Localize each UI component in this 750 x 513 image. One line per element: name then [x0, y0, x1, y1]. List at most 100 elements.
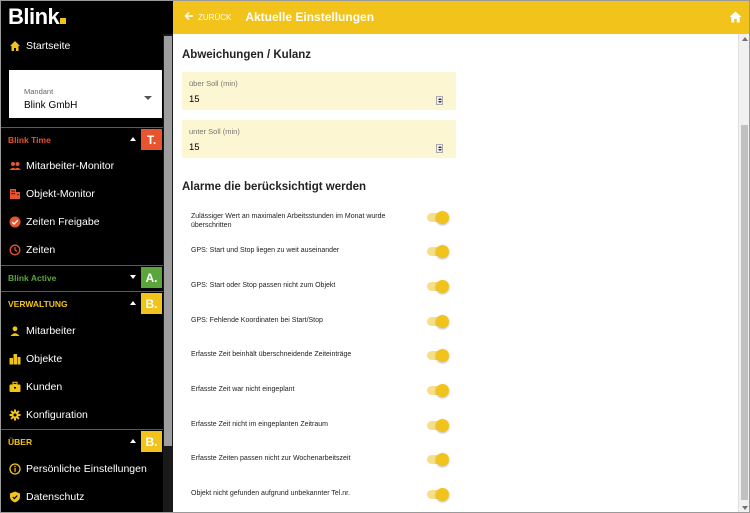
- logo-text: Blink: [8, 4, 60, 29]
- alarm-label: Erfasste Zeit nicht im eingeplanten Zeit…: [191, 421, 328, 428]
- chevron-up-icon: [130, 137, 136, 141]
- alarm-toggle[interactable]: [427, 280, 449, 293]
- section-title-alarme: Alarme die berücksichtigt werden: [182, 181, 367, 193]
- sidebar-scrollbar-thumb[interactable]: [164, 36, 172, 446]
- home-icon[interactable]: [729, 10, 742, 28]
- briefcase-icon: [9, 381, 21, 393]
- alarm-label: Objekt nicht gefunden aufgrund unbekannt…: [191, 490, 351, 497]
- logo-dot: [60, 18, 67, 24]
- stepper-down-icon: [437, 149, 442, 152]
- sidebar-item-konfiguration[interactable]: Konfiguration: [0, 403, 163, 427]
- people-icon: [9, 160, 21, 172]
- sidebar-item-label: Persönliche Einstellungen: [26, 463, 147, 475]
- section-badge: B.: [141, 293, 162, 314]
- alarm-toggle[interactable]: [427, 453, 449, 466]
- alarm-toggle[interactable]: [427, 349, 449, 362]
- sidebar-item-objekte[interactable]: Objekte: [0, 347, 163, 371]
- alarm-label: Erfasste Zeit beinhält überschneidende Z…: [191, 351, 352, 358]
- sidebar-item-label: Objekt-Monitor: [26, 188, 95, 200]
- main-scrollbar-thumb[interactable]: [741, 125, 748, 500]
- back-button[interactable]: ZURÜCK: [184, 10, 231, 24]
- sidebar-item-mitarbeiter[interactable]: Mitarbeiter: [0, 319, 163, 343]
- stepper-up-icon: [437, 97, 442, 100]
- section-title-abweichungen: Abweichungen / Kulanz: [182, 49, 312, 61]
- alarm-label: Erfasste Zeiten passen nicht zur Wochena…: [191, 455, 351, 462]
- section-label: Blink Time: [8, 134, 51, 145]
- scroll-down-icon[interactable]: [742, 506, 748, 510]
- sidebar-item-label: Mitarbeiter-Monitor: [26, 160, 115, 172]
- sidebar-item-mitarbeiter-monitor[interactable]: Mitarbeiter-Monitor: [0, 154, 163, 178]
- sidebar-item-zeiten-freigabe[interactable]: Zeiten Freigabe: [0, 210, 163, 234]
- alarm-label: Erfasste Zeit war nicht eingeplant: [191, 386, 295, 393]
- sidebar-item-zeiten[interactable]: Zeiten: [0, 238, 163, 262]
- sidebar-item-objekt-monitor[interactable]: Objekt-Monitor: [0, 182, 163, 206]
- section-blink-active[interactable]: Blink Active A.: [0, 265, 163, 289]
- section-blink-time[interactable]: Blink Time T.: [0, 127, 163, 151]
- sidebar-item-label: Startseite: [26, 40, 71, 52]
- alarm-toggle[interactable]: [427, 419, 449, 432]
- home-icon: [9, 40, 21, 52]
- section-label: Blink Active: [8, 272, 57, 283]
- stepper-down-icon: [437, 101, 442, 104]
- chevron-down-icon: [130, 275, 136, 279]
- chevron-up-icon: [130, 301, 136, 305]
- sidebar-item-kunden[interactable]: Kunden: [0, 375, 163, 399]
- toggle-knob: [436, 315, 449, 328]
- alarm-toggle[interactable]: [427, 211, 449, 224]
- settings-panel: Abweichungen / Kulanz über Soll (min) un…: [173, 34, 738, 513]
- toggle-knob: [436, 349, 449, 362]
- sidebar-item-label: Zeiten: [26, 244, 56, 256]
- ueber-soll-stepper[interactable]: [436, 96, 443, 105]
- section-label: VERWALTUNG: [8, 298, 68, 309]
- sidebar-item-datenschutz[interactable]: Datenschutz: [0, 485, 163, 509]
- shield-icon: [9, 491, 21, 503]
- ueber-soll-input[interactable]: [189, 94, 419, 105]
- sidebar-item-label: Kunden: [26, 381, 63, 393]
- section-verwaltung[interactable]: VERWALTUNG B.: [0, 291, 163, 315]
- toggle-knob: [436, 453, 449, 466]
- alarm-toggle[interactable]: [427, 488, 449, 501]
- alarm-toggle[interactable]: [427, 245, 449, 258]
- chevron-up-icon: [130, 439, 136, 443]
- toggle-knob: [436, 488, 449, 501]
- toggle-knob: [436, 419, 449, 432]
- clock-icon: [9, 244, 21, 256]
- main-scrollbar[interactable]: [738, 34, 750, 513]
- top-bar: ZURÜCK Aktuelle Einstellungen: [173, 0, 750, 34]
- sidebar-item-label: Zeiten Freigabe: [26, 216, 100, 228]
- unter-soll-input[interactable]: [189, 142, 419, 153]
- back-label: ZURÜCK: [198, 12, 232, 22]
- stepper-up-icon: [437, 145, 442, 148]
- section-ueber[interactable]: ÜBER B.: [0, 429, 163, 453]
- mandant-value: Blink GmbH: [24, 100, 78, 111]
- alarm-label: Zulässiger Wert an maximalen Arbeitsstun…: [191, 213, 386, 229]
- unter-soll-stepper[interactable]: [436, 144, 443, 153]
- field-unter-soll[interactable]: unter Soll (min): [182, 120, 456, 158]
- logo[interactable]: Blink: [0, 0, 163, 34]
- alarm-label: GPS: Fehlende Koordinaten bei Start/Stop: [191, 317, 323, 324]
- toggle-knob: [436, 384, 449, 397]
- alarm-toggle[interactable]: [427, 384, 449, 397]
- sidebar-item-startseite[interactable]: Startseite: [0, 34, 163, 58]
- sidebar-item-label: Mitarbeiter: [26, 325, 76, 337]
- mandant-select[interactable]: Mandant Blink GmbH: [9, 70, 162, 118]
- sidebar-item-persoenliche-einstellungen[interactable]: Persönliche Einstellungen: [0, 457, 163, 481]
- section-label: ÜBER: [8, 436, 33, 447]
- check-circle-icon: [9, 216, 21, 228]
- sidebar-item-label: Konfiguration: [26, 409, 88, 421]
- chevron-down-icon: [144, 96, 152, 100]
- toggle-knob: [436, 211, 449, 224]
- sidebar-scrollbar[interactable]: [163, 34, 173, 513]
- section-badge: T.: [141, 129, 162, 150]
- alarm-toggle[interactable]: [427, 315, 449, 328]
- page-title: Aktuelle Einstellungen: [245, 10, 375, 24]
- section-badge: A.: [141, 267, 162, 288]
- scroll-up-icon[interactable]: [742, 37, 748, 41]
- toggle-knob: [436, 280, 449, 293]
- field-ueber-soll[interactable]: über Soll (min): [182, 72, 456, 110]
- building-icon: [9, 188, 21, 200]
- sidebar-item-label: Datenschutz: [26, 491, 85, 503]
- field-label: über Soll (min): [189, 79, 238, 88]
- gear-icon: [9, 409, 21, 421]
- alarm-label: GPS: Start und Stop liegen zu weit ausei…: [191, 247, 340, 254]
